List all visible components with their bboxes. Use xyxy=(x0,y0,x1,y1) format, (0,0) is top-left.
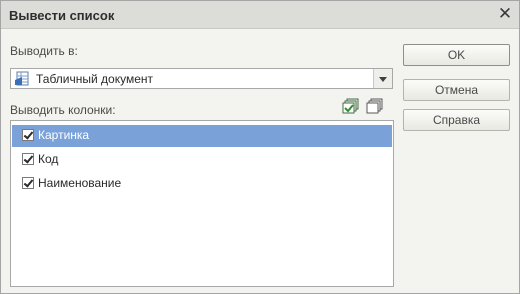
close-icon[interactable]: ✕ xyxy=(497,5,513,23)
output-to-value: Табличный документ xyxy=(36,72,154,86)
list-item-label: Наименование xyxy=(38,176,122,190)
chevron-down-icon[interactable] xyxy=(373,69,392,88)
list-item[interactable]: Код xyxy=(12,149,392,171)
columns-list[interactable]: Картинка Код Наименование xyxy=(10,120,394,287)
check-all-icon[interactable] xyxy=(342,98,360,114)
cancel-button[interactable]: Отмена xyxy=(403,79,510,101)
title-bar: Вывести список ✕ xyxy=(1,1,519,29)
output-to-select[interactable]: Табличный документ xyxy=(10,68,393,89)
help-button[interactable]: Справка xyxy=(403,109,510,131)
list-item[interactable]: Картинка xyxy=(12,125,392,147)
list-item[interactable]: Наименование xyxy=(12,173,392,195)
list-item-label: Код xyxy=(38,152,59,166)
output-to-label: Выводить в: xyxy=(10,44,78,58)
output-list-dialog: Вывести список ✕ Выводить в: Табличный д… xyxy=(0,0,520,294)
list-item-label: Картинка xyxy=(38,128,90,142)
spreadsheet-document-icon xyxy=(15,71,29,86)
dialog-title: Вывести список xyxy=(9,8,115,23)
checkbox[interactable] xyxy=(22,129,34,141)
checkbox[interactable] xyxy=(22,177,34,189)
checkbox[interactable] xyxy=(22,153,34,165)
columns-label: Выводить колонки: xyxy=(10,103,116,117)
uncheck-all-icon[interactable] xyxy=(366,98,384,114)
ok-button[interactable]: OK xyxy=(403,44,510,66)
